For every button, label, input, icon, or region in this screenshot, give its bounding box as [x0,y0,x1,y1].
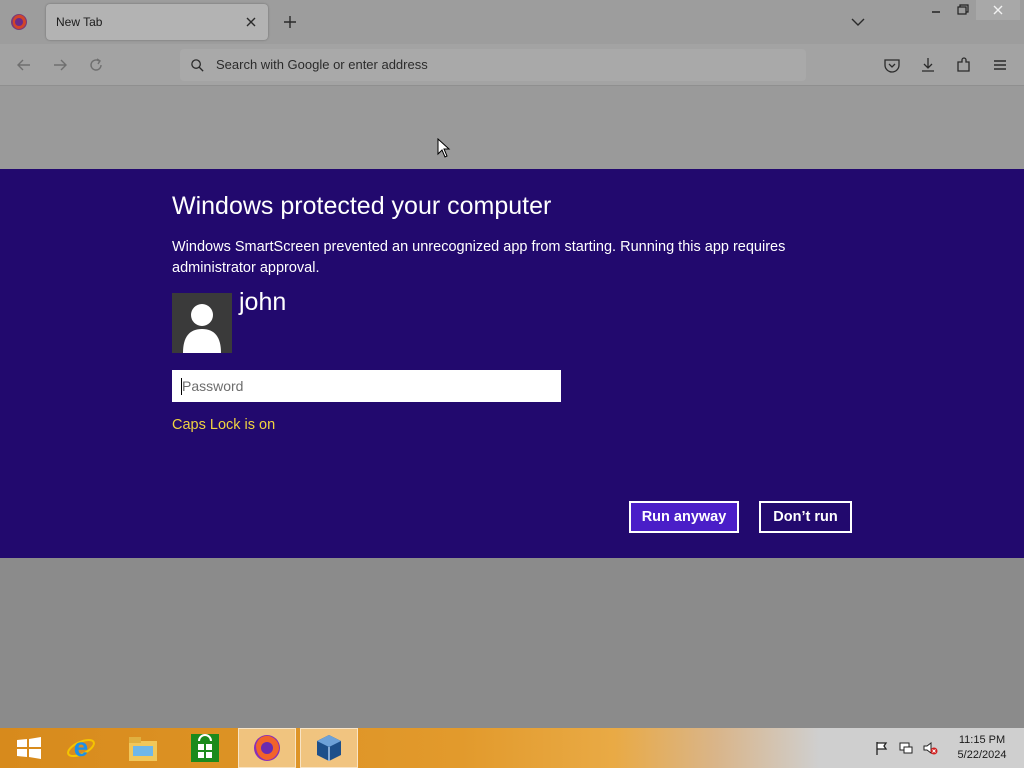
password-input[interactable] [172,370,561,402]
extensions-icon[interactable] [954,55,974,75]
hamburger-menu-icon[interactable] [990,55,1010,75]
taskbar-file-explorer[interactable] [114,728,172,768]
file-explorer-icon [129,737,157,761]
action-center-flag-icon[interactable] [874,740,890,756]
user-avatar-icon [172,293,232,353]
navigation-bar: Search with Google or enter address [0,44,1024,86]
store-icon [191,734,219,762]
forward-icon[interactable] [50,55,70,75]
username: john [239,288,287,316]
minimize-icon[interactable] [926,2,946,18]
search-icon [191,59,204,72]
tab-bar: New Tab [0,0,1024,44]
taskbar-clock[interactable]: 11:15 PM 5/22/2024 [950,733,1014,763]
clock-date: 5/22/2024 [957,749,1007,761]
new-tab-icon[interactable] [280,12,300,32]
taskbar-store[interactable] [176,728,234,768]
restore-icon[interactable] [952,2,972,18]
virtualbox-icon [317,735,341,761]
internet-explorer-icon: e [67,732,95,762]
taskbar-virtualbox[interactable] [300,728,358,768]
smartscreen-dialog: Windows protected your computer Windows … [0,169,1024,558]
taskbar-firefox[interactable] [238,728,296,768]
firefox-menu-icon[interactable] [9,12,29,32]
page-content-top [0,86,1024,169]
close-icon[interactable] [242,13,260,31]
pocket-icon[interactable] [882,55,902,75]
text-caret [181,378,182,395]
volume-muted-icon[interactable] [922,740,938,756]
back-icon[interactable] [14,55,34,75]
mouse-cursor-icon [437,138,451,158]
clock-time: 11:15 PM [958,734,1006,746]
taskbar-internet-explorer[interactable]: e [52,728,110,768]
window-close-icon[interactable] [976,0,1020,20]
dialog-title: Windows protected your computer [172,192,552,220]
tab-title: New Tab [56,15,103,29]
chevron-down-icon[interactable] [848,12,868,32]
run-anyway-button[interactable]: Run anyway [629,501,739,533]
start-icon [17,737,41,759]
address-bar[interactable]: Search with Google or enter address [180,49,806,81]
url-input[interactable]: Search with Google or enter address [216,49,428,81]
caps-lock-notice: Caps Lock is on [172,417,276,433]
tab-new-tab[interactable]: New Tab [46,4,268,40]
dont-run-button[interactable]: Don’t run [759,501,852,533]
reload-icon[interactable] [86,55,106,75]
page-content-bottom [0,557,1024,728]
download-icon[interactable] [918,55,938,75]
network-icon[interactable] [898,740,914,756]
taskbar: e 11:15 PM 5/22/2024 [0,728,1024,768]
firefox-icon [254,735,280,761]
dialog-message: Windows SmartScreen prevented an unrecog… [172,239,786,276]
start-button[interactable] [0,728,58,768]
svg-text:e: e [74,732,88,762]
